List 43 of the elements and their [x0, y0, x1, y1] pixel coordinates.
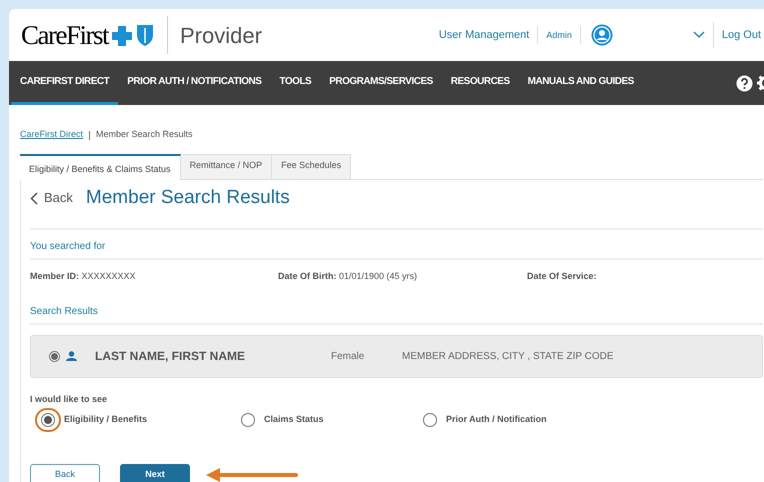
- next-button[interactable]: Next: [120, 464, 190, 482]
- nav-item[interactable]: MANUALS AND GUIDES: [518, 61, 643, 105]
- chevron-left-icon: [30, 192, 38, 204]
- help-icon[interactable]: [736, 74, 753, 92]
- option-label: Prior Auth / Notification: [446, 413, 547, 426]
- back-button[interactable]: Back: [30, 464, 100, 482]
- radio-button[interactable]: [41, 413, 55, 427]
- nav-item[interactable]: PROGRAMS/SERVICES: [320, 61, 442, 105]
- page-title: Member Search Results: [86, 186, 290, 210]
- header-link[interactable]: Admin: [538, 26, 581, 44]
- user-avatar-icon[interactable]: [590, 24, 613, 46]
- nav-item[interactable]: PRIOR AUTH / NOTIFICATIONS: [118, 61, 270, 105]
- cross-shield-icon: [111, 23, 155, 47]
- person-icon: [66, 351, 77, 361]
- radio-button[interactable]: [49, 350, 60, 362]
- breadcrumb-current: Member Search Results: [96, 128, 193, 142]
- nav-item[interactable]: RESOURCES: [442, 61, 519, 105]
- result-row[interactable]: LAST NAME, FIRST NAME Female MEMBER ADDRESS, CITY , STATE ZIP CODE: [30, 334, 763, 378]
- options-heading: I would like to see: [30, 392, 108, 406]
- header-link[interactable]: User Management: [430, 26, 538, 44]
- search-criterion: Member ID: XXXXXXXXX: [30, 270, 137, 283]
- logout-link[interactable]: Log Out: [714, 26, 761, 44]
- product-name: Provider: [180, 22, 262, 50]
- nav-item[interactable]: CAREFIRST DIRECT: [11, 61, 118, 105]
- tab[interactable]: Eligibility / Benefits & Claims Status: [20, 154, 181, 180]
- logo-text: CareFirst: [21, 22, 108, 48]
- search-criterion: Date Of Service:: [527, 270, 598, 283]
- member-address: MEMBER ADDRESS, CITY , STATE ZIP CODE: [402, 350, 614, 364]
- section-heading: Search Results: [30, 304, 763, 324]
- tab[interactable]: Fee Schedules: [272, 154, 352, 179]
- radio-button[interactable]: [241, 413, 255, 427]
- section-heading: You searched for: [30, 239, 763, 260]
- option-label: Claims Status: [264, 413, 324, 426]
- tab[interactable]: Remittance / NOP: [180, 154, 272, 179]
- chevron-down-icon[interactable]: [692, 31, 705, 39]
- back-link[interactable]: Back: [30, 188, 73, 208]
- member-name: LAST NAME, FIRST NAME: [95, 348, 246, 365]
- option-label: Eligibility / Benefits: [64, 413, 148, 426]
- search-criterion: Date Of Birth: 01/01/1900 (45 yrs): [278, 270, 418, 283]
- member-gender: Female: [331, 350, 366, 364]
- breadcrumb-link[interactable]: CareFirst Direct: [20, 128, 84, 142]
- radio-button[interactable]: [423, 413, 437, 427]
- nav-item[interactable]: TOOLS: [270, 61, 320, 105]
